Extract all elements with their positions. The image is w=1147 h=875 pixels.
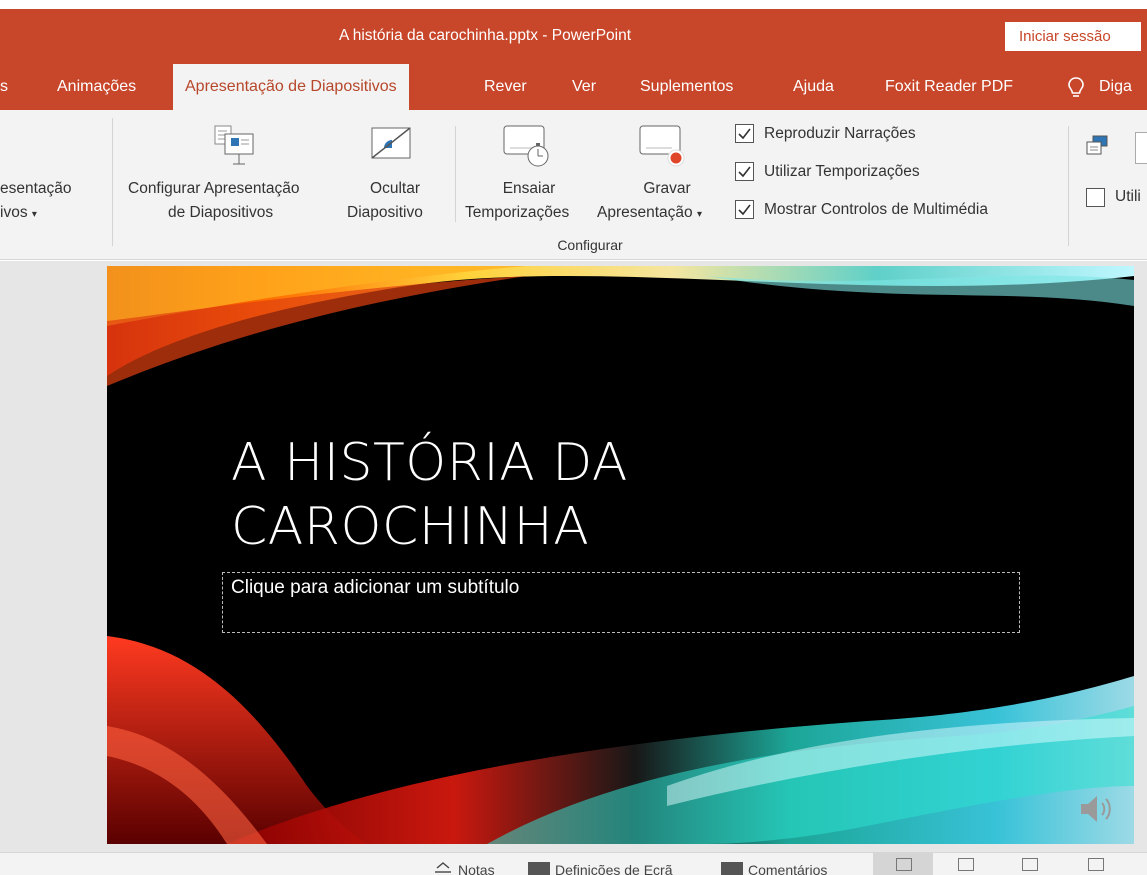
tab-slideshow[interactable]: Apresentação de Diapositivos (173, 64, 409, 110)
display-settings-button[interactable]: Definições de Ecrã (555, 862, 673, 875)
normal-view-icon (896, 858, 912, 871)
record-slideshow-icon[interactable] (638, 122, 688, 168)
slide-title[interactable]: A HISTÓRIA DA CAROCHINHA (231, 431, 628, 559)
record-slideshow-label-1[interactable]: Gravar (622, 178, 712, 200)
monitor-icon[interactable] (1085, 134, 1111, 160)
audio-speaker-icon[interactable] (1077, 791, 1117, 827)
slide-title-line-2: CAROCHINHA (231, 497, 590, 557)
ribbon-separator (455, 126, 456, 222)
presenter-view-checkbox[interactable] (1086, 188, 1105, 207)
hide-slide-icon[interactable] (370, 122, 416, 168)
hide-slide-label-2[interactable]: Diapositivo (347, 202, 423, 224)
rehearse-timings-label-2[interactable]: Temporizações (465, 202, 569, 224)
play-narrations-label[interactable]: Reproduzir Narrações (764, 123, 916, 145)
checkmark-icon (738, 166, 751, 178)
rehearse-timings-icon[interactable] (502, 122, 552, 170)
slide-title-line-1: A HISTÓRIA DA (231, 433, 629, 493)
slideshow-view-icon[interactable] (1088, 858, 1104, 871)
subtitle-placeholder-text: Clique para adicionar um subtítulo (231, 577, 520, 598)
rehearse-timings-label-1[interactable]: Ensaiar (484, 178, 574, 200)
record-slideshow-label-2[interactable]: Apresentação ▾ (597, 202, 702, 226)
tab-tell-me[interactable]: Diga (1099, 62, 1132, 110)
tab-cut-left[interactable]: s (0, 62, 10, 110)
checkmark-icon (738, 128, 751, 140)
ribbon-tabs: s Animações Apresentação de Diapositivos… (0, 62, 1147, 110)
comments-icon[interactable] (721, 862, 743, 875)
setup-slideshow-icon[interactable] (213, 122, 259, 168)
sign-in-button[interactable]: Iniciar sessão (1005, 22, 1141, 51)
ribbon: esentação ivos ▾ Configurar Apresentação… (0, 110, 1147, 260)
custom-slideshow-label-2[interactable]: ivos ▾ (0, 202, 37, 226)
window-title: A história da carochinha.pptx - PowerPoi… (338, 27, 632, 44)
use-timings-checkbox[interactable] (735, 162, 754, 181)
play-narrations-checkbox[interactable] (735, 124, 754, 143)
reading-view-icon[interactable] (1022, 858, 1038, 871)
lightbulb-icon[interactable] (1065, 76, 1087, 100)
slide-workspace: A HISTÓRIA DA CAROCHINHA Clique para adi… (0, 261, 1147, 852)
custom-slideshow-label-1[interactable]: esentação (0, 178, 72, 200)
title-bar: A história da carochinha.pptx - PowerPoi… (0, 9, 1147, 62)
setup-slideshow-label-2[interactable]: de Diapositivos (168, 202, 273, 224)
tab-help[interactable]: Ajuda (793, 62, 834, 110)
presenter-view-label[interactable]: Utili (1115, 186, 1141, 208)
show-media-controls-label[interactable]: Mostrar Controlos de Multimédia (764, 199, 988, 221)
slide-canvas[interactable]: A HISTÓRIA DA CAROCHINHA Clique para adi… (107, 266, 1134, 844)
ribbon-separator (112, 118, 113, 246)
show-media-controls-checkbox[interactable] (735, 200, 754, 219)
tab-view[interactable]: Ver (572, 62, 596, 110)
hide-slide-label-1[interactable]: Ocultar (360, 178, 430, 200)
tab-review[interactable]: Rever (484, 62, 527, 110)
group-label-setup: Configurar (557, 237, 623, 253)
slide-sorter-view-icon[interactable] (958, 858, 974, 871)
tab-foxit[interactable]: Foxit Reader PDF (885, 62, 1013, 110)
tab-addins[interactable]: Suplementos (640, 62, 733, 110)
comments-button[interactable]: Comentários (748, 862, 827, 875)
notes-icon[interactable] (432, 862, 454, 875)
display-settings-icon[interactable] (528, 862, 550, 875)
monitor-dropdown[interactable] (1135, 132, 1147, 164)
subtitle-placeholder[interactable]: Clique para adicionar um subtítulo (222, 572, 1020, 633)
ribbon-separator (1068, 126, 1069, 246)
use-timings-label[interactable]: Utilizar Temporizações (764, 161, 920, 183)
status-bar: Notas Definições de Ecrã Comentários (0, 852, 1147, 875)
setup-slideshow-label-1[interactable]: Configurar Apresentação (128, 178, 299, 200)
notes-button[interactable]: Notas (458, 862, 495, 875)
tab-animations[interactable]: Animações (57, 62, 136, 110)
checkmark-icon (738, 204, 751, 216)
